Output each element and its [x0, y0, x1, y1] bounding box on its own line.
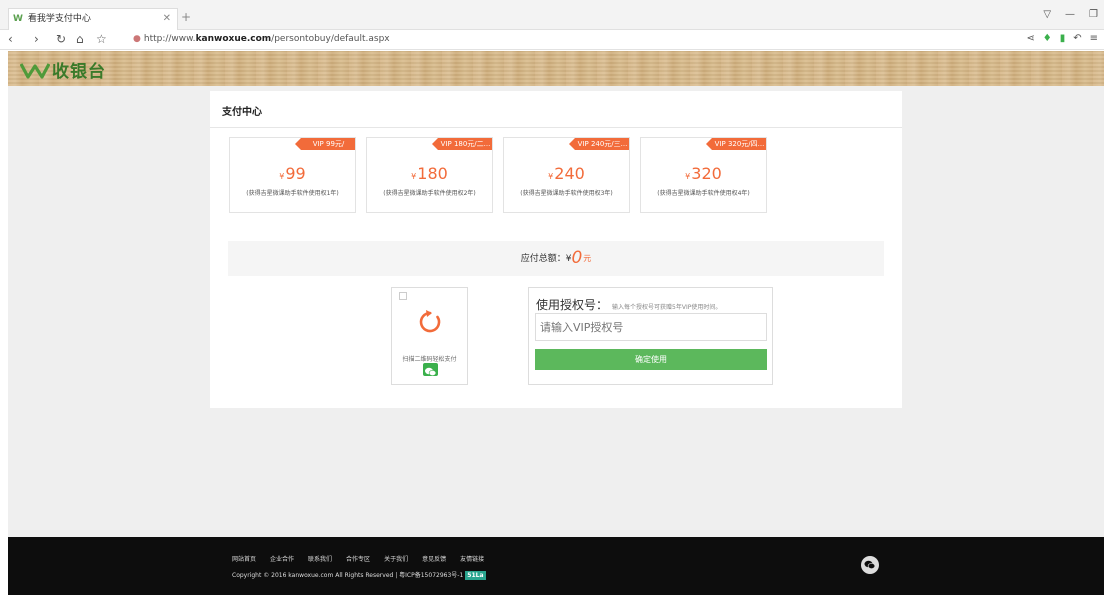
footer-link-friends[interactable]: 友情链接 — [460, 554, 484, 563]
plan-description: (获得吉星微课助手软件使用权2年) — [383, 190, 476, 197]
address-bar: ‹ › ↻ ⌂ ☆ ● http://www.kanwoxue.com/perso… — [0, 30, 1104, 50]
plan-price: ¥320 — [685, 164, 722, 183]
security-icon: ● — [133, 34, 141, 44]
plan-price: ¥240 — [548, 164, 585, 183]
plan-option-2[interactable]: VIP 180元/二... ¥180 (获得吉星微课助手软件使用权2年) — [366, 137, 493, 213]
plan-option-4[interactable]: VIP 320元/四... ¥320 (获得吉星微课助手软件使用权4年) — [640, 137, 767, 213]
back-icon[interactable]: ‹ — [8, 32, 13, 46]
browser-tools: ⋖ ♦ ▮ ↶ ≡ — [1026, 33, 1098, 44]
menu-icon[interactable]: ≡ — [1090, 33, 1098, 44]
refresh-qr-icon[interactable] — [417, 309, 443, 335]
plan-description: (获得吉星微课助手软件使用权1年) — [246, 190, 339, 197]
footer-links: 网站首页 企业合作 联系我们 合作专区 关于我们 意见反馈 友情链接 — [232, 554, 484, 563]
total-unit: 元 — [583, 254, 592, 263]
plan-tag: VIP 180元/二... — [432, 138, 492, 150]
battery-icon[interactable]: ▮ — [1060, 33, 1066, 44]
qr-placeholder — [399, 292, 407, 300]
total-amount-bar: 应付总额：¥0元 — [228, 241, 884, 276]
undo-icon[interactable]: ↶ — [1073, 33, 1081, 44]
plan-tag: VIP 320元/四... — [706, 138, 766, 150]
footer-link-home[interactable]: 网站首页 — [232, 554, 256, 563]
divider — [210, 127, 902, 128]
bookmark-star-icon[interactable]: ☆ — [96, 32, 107, 46]
url-path: /persontobuy/default.aspx — [271, 34, 390, 44]
restore-icon[interactable]: ❐ — [1089, 9, 1098, 20]
license-title: 使用授权号： 输入每个授权号可获赠5年VIP使用时间。 — [536, 298, 722, 312]
skin-icon[interactable]: ▽ — [1043, 9, 1051, 20]
plan-tag: VIP 99元/ — [295, 138, 355, 150]
extension-icon[interactable]: ♦ — [1043, 33, 1052, 44]
favicon-icon: W — [13, 14, 23, 24]
site-logo[interactable]: 收银台 — [20, 57, 106, 82]
plan-tag: VIP 240元/三... — [569, 138, 629, 150]
payment-card: 支付中心 VIP 99元/ ¥99 (获得吉星微课助手软件使用权1年) VIP … — [210, 91, 902, 408]
footer-link-feedback[interactable]: 意见反馈 — [422, 554, 446, 563]
footer-link-about[interactable]: 关于我们 — [384, 554, 408, 563]
new-tab-icon[interactable]: + — [181, 10, 191, 24]
url-prefix: http://www. — [143, 34, 196, 44]
plan-description: (获得吉星微课助手软件使用权4年) — [657, 190, 750, 197]
plan-option-3[interactable]: VIP 240元/三... ¥240 (获得吉星微课助手软件使用权3年) — [503, 137, 630, 213]
home-icon[interactable]: ⌂ — [76, 32, 84, 46]
footer-copyright: Copyright © 2016 kanwoxue.com All Rights… — [232, 571, 486, 580]
forward-icon[interactable]: › — [34, 32, 39, 46]
url-field[interactable]: ● http://www.kanwoxue.com/persontobuy/def… — [133, 34, 390, 44]
reload-icon[interactable]: ↻ — [56, 32, 66, 46]
site-footer: 网站首页 企业合作 联系我们 合作专区 关于我们 意见反馈 友情链接 Copyr… — [8, 537, 1104, 595]
plan-option-1[interactable]: VIP 99元/ ¥99 (获得吉星微课助手软件使用权1年) — [229, 137, 356, 213]
license-code-input[interactable] — [535, 313, 767, 341]
total-amount: 0 — [571, 248, 583, 268]
site-header: 收银台 — [8, 51, 1104, 86]
browser-tabbar: W 看我学支付中心 ✕ + ▽ — ❐ — [0, 0, 1104, 30]
confirm-use-button[interactable]: 确定使用 — [535, 349, 767, 370]
share-icon[interactable]: ⋖ — [1026, 33, 1034, 44]
license-panel: 使用授权号：输入每个授权号可获赠5年VIP使用时间。 确定使用 — [528, 287, 773, 385]
plan-price: ¥180 — [411, 164, 448, 183]
url-domain: kanwoxue.com — [195, 34, 272, 44]
footer-link-partner-zone[interactable]: 合作专区 — [346, 554, 370, 563]
plan-price: ¥99 — [279, 164, 306, 183]
qr-hint: 扫描二维码轻松支付 — [402, 356, 457, 363]
window-controls: ▽ — ❐ — [1043, 9, 1098, 20]
total-label: 应付总额：¥ — [520, 254, 572, 264]
card-title: 支付中心 — [222, 107, 262, 118]
license-subtitle: 输入每个授权号可获赠5年VIP使用时间。 — [612, 304, 722, 311]
qr-code-panel: 扫描二维码轻松支付 — [391, 287, 468, 385]
wechat-icon[interactable] — [861, 556, 879, 574]
wechat-pay-icon — [423, 363, 438, 377]
plan-description: (获得吉星微课助手软件使用权3年) — [520, 190, 613, 197]
footer-link-cooperation[interactable]: 企业合作 — [270, 554, 294, 563]
minimize-icon[interactable]: — — [1065, 9, 1075, 20]
footer-link-contact[interactable]: 联系我们 — [308, 554, 332, 563]
tab-title: 看我学支付中心 — [27, 14, 91, 24]
browser-tab[interactable]: W 看我学支付中心 ✕ — [8, 8, 178, 30]
logo-text: 收银台 — [52, 62, 106, 82]
stats-badge[interactable]: 51La — [465, 571, 486, 580]
close-tab-icon[interactable]: ✕ — [163, 9, 171, 29]
logo-mark-icon — [20, 62, 50, 79]
